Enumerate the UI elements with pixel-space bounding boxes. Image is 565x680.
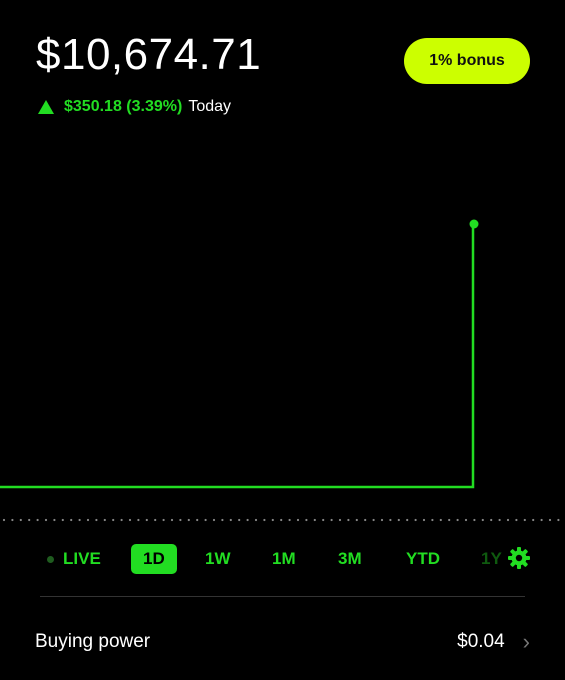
baseline-dot	[187, 518, 190, 522]
change-amount: $350.18 (3.39%)	[64, 98, 183, 115]
baseline-dot	[170, 518, 174, 522]
buying-power-label: Buying power	[35, 631, 151, 652]
time-range-selector: LIVE 1D 1W 1M 3M YTD 1Y	[0, 540, 565, 578]
baseline-dot	[448, 518, 451, 522]
portfolio-chart[interactable]	[0, 200, 565, 530]
baseline-dot	[2, 518, 6, 522]
baseline-dot	[196, 518, 199, 522]
bonus-button[interactable]: 1% bonus	[404, 38, 530, 84]
baseline-dot	[271, 518, 274, 522]
up-arrow-icon	[38, 100, 54, 114]
baseline-dot	[137, 518, 140, 522]
baseline-dot	[145, 518, 148, 522]
baseline-dot	[557, 518, 560, 522]
baseline-dot	[296, 518, 300, 522]
baseline-dot	[540, 518, 543, 522]
divider	[40, 596, 525, 597]
chart-end-point	[469, 219, 479, 229]
baseline-dot	[515, 518, 518, 522]
baseline-dot	[313, 518, 316, 522]
baseline-dot	[61, 518, 64, 522]
baseline-dot	[439, 518, 442, 522]
baseline-dot	[263, 518, 266, 522]
range-3m[interactable]: 3M	[338, 544, 362, 574]
baseline-dot	[162, 518, 165, 522]
baseline-dot	[246, 518, 249, 522]
baseline-dot	[389, 518, 392, 522]
baseline-dot	[548, 518, 552, 522]
baseline-dot	[221, 518, 224, 522]
buying-power-value: $0.04	[457, 631, 505, 652]
baseline-dot	[498, 518, 501, 522]
baseline-dot	[112, 518, 115, 522]
baseline-dot	[86, 518, 90, 522]
range-1y[interactable]: 1Y	[481, 544, 502, 574]
baseline-dot	[44, 518, 48, 522]
baseline-dot	[229, 518, 232, 522]
baseline-dot	[414, 518, 417, 522]
baseline-dot	[154, 518, 157, 522]
chart-baseline	[2, 518, 560, 522]
baseline-dot	[338, 518, 342, 522]
baseline-dot	[523, 518, 526, 522]
baseline-dot	[212, 518, 216, 522]
baseline-dot	[238, 518, 241, 522]
range-1m[interactable]: 1M	[272, 544, 296, 574]
daily-change: $350.18 (3.39%) Today	[38, 98, 231, 116]
baseline-dot	[347, 518, 350, 522]
baseline-dot	[431, 518, 434, 522]
baseline-dot	[330, 518, 333, 522]
baseline-dot	[95, 518, 98, 522]
baseline-dot	[380, 518, 384, 522]
baseline-dot	[532, 518, 535, 522]
baseline-dot	[422, 518, 426, 522]
baseline-dot	[179, 518, 182, 522]
baseline-dot	[254, 518, 258, 522]
baseline-dot	[456, 518, 459, 522]
baseline-dot	[11, 518, 14, 522]
baseline-dot	[355, 518, 358, 522]
baseline-dot	[19, 518, 22, 522]
chart-line	[0, 224, 475, 489]
baseline-dot	[322, 518, 325, 522]
baseline-dot	[28, 518, 31, 522]
baseline-dot	[397, 518, 400, 522]
live-dot-icon	[47, 556, 54, 563]
baseline-dot	[280, 518, 283, 522]
baseline-dot	[372, 518, 375, 522]
chevron-right-icon: ›	[522, 629, 530, 654]
buying-power-row[interactable]: Buying power $0.04 ›	[35, 622, 530, 662]
baseline-dot	[128, 518, 132, 522]
gear-icon[interactable]	[507, 546, 531, 570]
portfolio-balance: $10,674.71	[36, 30, 262, 79]
range-1w[interactable]: 1W	[205, 544, 231, 574]
baseline-dot	[70, 518, 73, 522]
baseline-dot	[288, 518, 291, 522]
baseline-dot	[53, 518, 56, 522]
range-live[interactable]: LIVE	[63, 544, 101, 574]
baseline-dot	[305, 518, 308, 522]
baseline-dot	[490, 518, 493, 522]
baseline-dot	[481, 518, 484, 522]
baseline-dot	[36, 518, 39, 522]
baseline-dot	[103, 518, 106, 522]
range-1d[interactable]: 1D	[131, 544, 177, 574]
baseline-dot	[473, 518, 476, 522]
baseline-dot	[120, 518, 123, 522]
baseline-dot	[78, 518, 81, 522]
baseline-dot	[204, 518, 207, 522]
baseline-dot	[406, 518, 409, 522]
baseline-dot	[506, 518, 510, 522]
change-period-label: Today	[188, 98, 232, 115]
baseline-dot	[364, 518, 367, 522]
baseline-dot	[464, 518, 468, 522]
range-ytd[interactable]: YTD	[406, 544, 440, 574]
